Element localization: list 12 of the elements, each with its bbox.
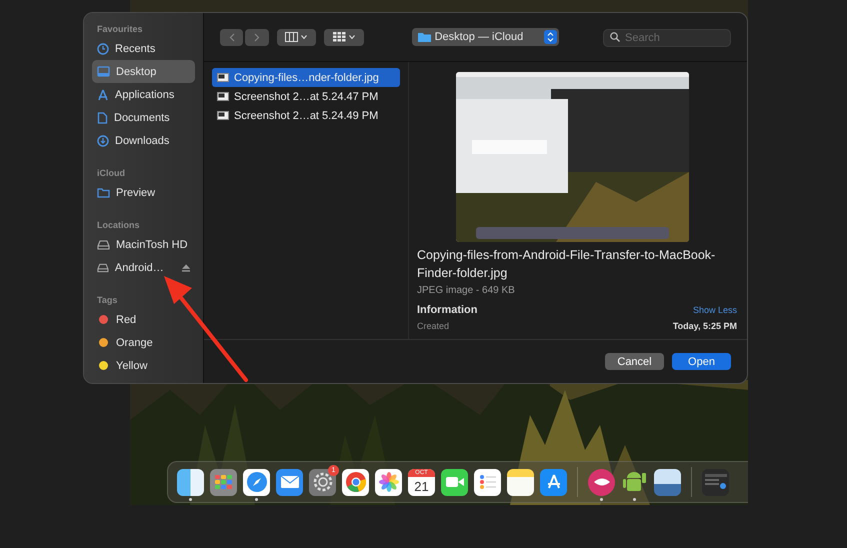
document-icon: [97, 112, 108, 124]
section-heading: Locations: [97, 220, 141, 230]
download-icon: [97, 134, 109, 146]
clock-icon: [97, 42, 109, 54]
drive-icon: [97, 240, 110, 250]
app-store-icon: [97, 88, 109, 100]
section-heading: Tags: [97, 295, 118, 305]
drive-icon: [97, 262, 109, 272]
section-heading: iCloud: [97, 168, 126, 178]
folder-icon: [97, 187, 110, 198]
desktop-icon: [97, 66, 110, 77]
section-heading: Favourites: [97, 24, 144, 34]
